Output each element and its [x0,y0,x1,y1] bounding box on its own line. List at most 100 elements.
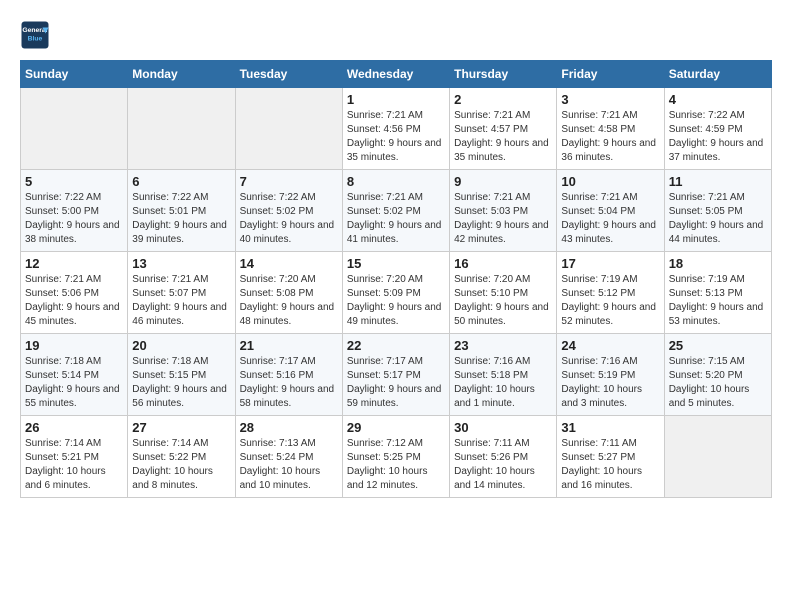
day-number: 9 [454,174,552,189]
calendar-cell [21,88,128,170]
day-number: 20 [132,338,230,353]
calendar-cell [235,88,342,170]
day-number: 3 [561,92,659,107]
day-number: 17 [561,256,659,271]
week-row-2: 12Sunrise: 7:21 AM Sunset: 5:06 PM Dayli… [21,252,772,334]
day-number: 23 [454,338,552,353]
calendar-cell: 18Sunrise: 7:19 AM Sunset: 5:13 PM Dayli… [664,252,771,334]
calendar-cell: 7Sunrise: 7:22 AM Sunset: 5:02 PM Daylig… [235,170,342,252]
calendar-cell [664,416,771,498]
calendar-cell: 5 Sunrise: 7:22 AM Sunset: 5:00 PM Daylig… [21,170,128,252]
day-header-sunday: Sunday [21,61,128,88]
calendar-cell: 26 Sunrise: 7:14 AM Sunset: 5:21 PM Dayli… [21,416,128,498]
day-number: 28 [240,420,338,435]
calendar-cell: 17 Sunrise: 7:19 AM Sunset: 5:12 PM Dayli… [557,252,664,334]
logo-icon: General Blue [20,20,50,50]
calendar-cell: 20 Sunrise: 7:18 AM Sunset: 5:15 PM Dayli… [128,334,235,416]
day-number: 29 [347,420,445,435]
calendar-cell: 22 Sunrise: 7:17 AM Sunset: 5:17 PM Dayli… [342,334,449,416]
day-info: Sunrise: 7:21 AM Sunset: 5:04 PM Dayligh… [561,191,659,247]
calendar-cell: 24Sunrise: 7:16 AM Sunset: 5:19 PM Dayli… [557,334,664,416]
calendar-cell: 28 Sunrise: 7:13 AM Sunset: 5:24 PM Dayli… [235,416,342,498]
day-number: 13 [132,256,230,271]
calendar-cell: 4 Sunrise: 7:22 AM Sunset: 4:59 PM Daylig… [664,88,771,170]
calendar-cell: 3Sunrise: 7:21 AM Sunset: 4:58 PM Daylig… [557,88,664,170]
calendar-cell: 21 Sunrise: 7:17 AM Sunset: 5:16 PM Dayli… [235,334,342,416]
day-number: 18 [669,256,767,271]
calendar-cell: 23 Sunrise: 7:16 AM Sunset: 5:18 PM Dayli… [450,334,557,416]
day-info: Sunrise: 7:20 AM Sunset: 5:10 PM Dayligh… [454,273,552,329]
day-info: Sunrise: 7:11 AM Sunset: 5:27 PM Dayligh… [561,437,659,493]
week-row-3: 19 Sunrise: 7:18 AM Sunset: 5:14 PM Dayli… [21,334,772,416]
day-header-thursday: Thursday [450,61,557,88]
day-number: 22 [347,338,445,353]
day-number: 12 [25,256,123,271]
day-info: Sunrise: 7:20 AM Sunset: 5:09 PM Dayligh… [347,273,445,329]
week-row-0: 1Sunrise: 7:21 AM Sunset: 4:56 PM Daylig… [21,88,772,170]
svg-text:Blue: Blue [28,35,43,42]
day-header-saturday: Saturday [664,61,771,88]
day-number: 16 [454,256,552,271]
day-number: 8 [347,174,445,189]
day-number: 27 [132,420,230,435]
calendar-cell: 8 Sunrise: 7:21 AM Sunset: 5:02 PM Daylig… [342,170,449,252]
day-info: Sunrise: 7:15 AM Sunset: 5:20 PM Dayligh… [669,355,767,411]
day-info: Sunrise: 7:22 AM Sunset: 5:00 PM Dayligh… [25,191,123,247]
day-info: Sunrise: 7:18 AM Sunset: 5:14 PM Dayligh… [25,355,123,411]
day-info: Sunrise: 7:17 AM Sunset: 5:17 PM Dayligh… [347,355,445,411]
calendar-cell: 29 Sunrise: 7:12 AM Sunset: 5:25 PM Dayli… [342,416,449,498]
calendar-cell: 15 Sunrise: 7:20 AM Sunset: 5:09 PM Dayli… [342,252,449,334]
calendar-cell: 30 Sunrise: 7:11 AM Sunset: 5:26 PM Dayli… [450,416,557,498]
logo: General Blue [20,20,50,50]
calendar-cell: 16 Sunrise: 7:20 AM Sunset: 5:10 PM Dayli… [450,252,557,334]
calendar-cell: 14Sunrise: 7:20 AM Sunset: 5:08 PM Dayli… [235,252,342,334]
day-number: 2 [454,92,552,107]
day-number: 6 [132,174,230,189]
day-info: Sunrise: 7:16 AM Sunset: 5:19 PM Dayligh… [561,355,659,411]
day-info: Sunrise: 7:11 AM Sunset: 5:26 PM Dayligh… [454,437,552,493]
day-info: Sunrise: 7:22 AM Sunset: 4:59 PM Dayligh… [669,109,767,165]
day-info: Sunrise: 7:21 AM Sunset: 5:05 PM Dayligh… [669,191,767,247]
day-number: 21 [240,338,338,353]
day-number: 5 [25,174,123,189]
calendar-cell [128,88,235,170]
calendar-cell: 6 Sunrise: 7:22 AM Sunset: 5:01 PM Daylig… [128,170,235,252]
day-number: 15 [347,256,445,271]
day-info: Sunrise: 7:18 AM Sunset: 5:15 PM Dayligh… [132,355,230,411]
calendar-cell: 2 Sunrise: 7:21 AM Sunset: 4:57 PM Daylig… [450,88,557,170]
day-info: Sunrise: 7:22 AM Sunset: 5:01 PM Dayligh… [132,191,230,247]
day-info: Sunrise: 7:16 AM Sunset: 5:18 PM Dayligh… [454,355,552,411]
day-number: 19 [25,338,123,353]
calendar-cell: 31 Sunrise: 7:11 AM Sunset: 5:27 PM Dayli… [557,416,664,498]
day-number: 11 [669,174,767,189]
day-number: 30 [454,420,552,435]
day-number: 31 [561,420,659,435]
day-header-wednesday: Wednesday [342,61,449,88]
day-header-friday: Friday [557,61,664,88]
day-info: Sunrise: 7:19 AM Sunset: 5:12 PM Dayligh… [561,273,659,329]
calendar-cell: 19 Sunrise: 7:18 AM Sunset: 5:14 PM Dayli… [21,334,128,416]
calendar-cell: 25 Sunrise: 7:15 AM Sunset: 5:20 PM Dayli… [664,334,771,416]
day-header-tuesday: Tuesday [235,61,342,88]
day-header-monday: Monday [128,61,235,88]
calendar-cell: 1Sunrise: 7:21 AM Sunset: 4:56 PM Daylig… [342,88,449,170]
calendar-table: SundayMondayTuesdayWednesdayThursdayFrid… [20,60,772,498]
day-number: 1 [347,92,445,107]
day-number: 25 [669,338,767,353]
day-headers-row: SundayMondayTuesdayWednesdayThursdayFrid… [21,61,772,88]
calendar-cell: 27 Sunrise: 7:14 AM Sunset: 5:22 PM Dayli… [128,416,235,498]
day-info: Sunrise: 7:13 AM Sunset: 5:24 PM Dayligh… [240,437,338,493]
day-info: Sunrise: 7:21 AM Sunset: 5:02 PM Dayligh… [347,191,445,247]
day-info: Sunrise: 7:21 AM Sunset: 4:57 PM Dayligh… [454,109,552,165]
day-number: 10 [561,174,659,189]
day-number: 4 [669,92,767,107]
day-info: Sunrise: 7:17 AM Sunset: 5:16 PM Dayligh… [240,355,338,411]
day-info: Sunrise: 7:20 AM Sunset: 5:08 PM Dayligh… [240,273,338,329]
day-info: Sunrise: 7:14 AM Sunset: 5:21 PM Dayligh… [25,437,123,493]
day-number: 7 [240,174,338,189]
day-info: Sunrise: 7:12 AM Sunset: 5:25 PM Dayligh… [347,437,445,493]
day-info: Sunrise: 7:14 AM Sunset: 5:22 PM Dayligh… [132,437,230,493]
calendar-cell: 12Sunrise: 7:21 AM Sunset: 5:06 PM Dayli… [21,252,128,334]
day-number: 26 [25,420,123,435]
day-info: Sunrise: 7:21 AM Sunset: 5:07 PM Dayligh… [132,273,230,329]
